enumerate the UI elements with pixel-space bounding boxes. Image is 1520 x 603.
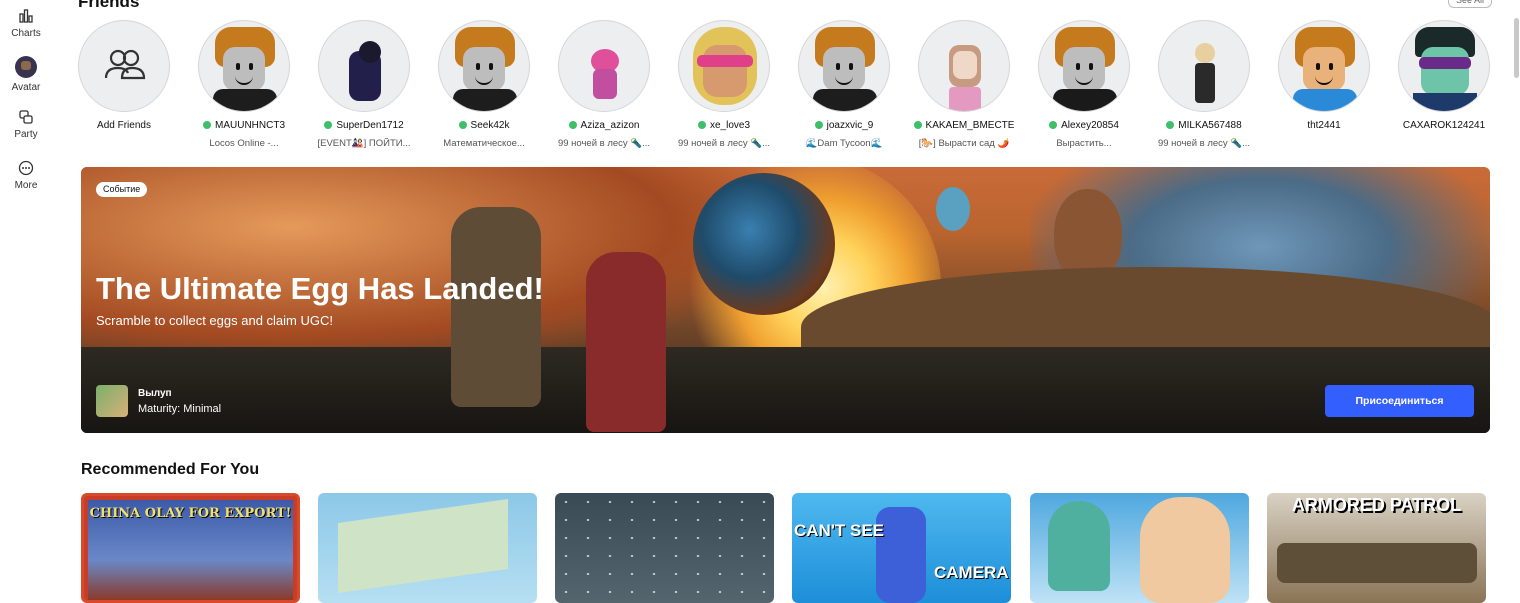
nav-party[interactable]: Party	[0, 109, 52, 140]
friend-tile[interactable]: SuperDen1712 [EVENT🎎] ПОЙТИ...	[304, 20, 424, 151]
friend-name: Seek42k	[470, 120, 510, 131]
more-icon	[18, 160, 34, 176]
nav-more-label: More	[14, 180, 38, 191]
friend-avatar	[1158, 20, 1250, 112]
add-friends-label: Add Friends	[97, 120, 151, 131]
friend-game[interactable]: Вырастить...	[1024, 138, 1144, 151]
friend-game[interactable]: Locos Online -...	[184, 138, 304, 151]
friend-avatar	[438, 20, 530, 112]
online-status-dot	[697, 121, 706, 129]
game-tile[interactable]	[318, 493, 537, 603]
friend-avatar	[1278, 20, 1370, 112]
friend-game[interactable]: 99 ночей в лесу 🔦...	[664, 138, 784, 151]
nav-more[interactable]: More	[0, 160, 52, 191]
left-nav: Charts Avatar Party More	[0, 0, 52, 595]
online-status-dot	[203, 121, 211, 129]
nav-party-label: Party	[14, 129, 38, 140]
party-icon	[19, 110, 33, 124]
friend-game[interactable]: [🐎] Вырасти сад 🌶️	[904, 138, 1024, 151]
game-tile[interactable]: CHINA OLAY FOR EXPORT!	[81, 493, 300, 603]
friend-game[interactable]: 99 ночей в лесу 🔦...	[1144, 138, 1264, 151]
recommended-heading: Recommended For You	[81, 461, 260, 478]
friend-avatar	[678, 20, 770, 112]
event-banner[interactable]: Событие The Ultimate Egg Has Landed! Scr…	[81, 167, 1490, 433]
egg-planet-art	[693, 173, 835, 315]
online-status-dot	[324, 121, 333, 129]
game-tile-caption: CAMERA	[934, 563, 1009, 582]
friend-name: Aziza_azizon	[580, 120, 640, 131]
friend-game[interactable]: 99 ночей в лесу 🔦...	[544, 138, 664, 151]
add-friends-icon	[104, 49, 146, 80]
join-button[interactable]: Присоединиться	[1325, 385, 1474, 417]
game-tile-caption: ARMORED PATROL	[1291, 495, 1462, 515]
friend-avatar	[198, 20, 290, 112]
game-thumbnail[interactable]	[96, 385, 128, 417]
game-tile[interactable]: CAN'T SEE CAMERA	[792, 493, 1011, 603]
friend-tile[interactable]: xe_love3 99 ночей в лесу 🔦...	[664, 20, 784, 151]
friend-name: CAXAROK124241	[1402, 120, 1486, 131]
friend-game	[1264, 138, 1384, 151]
friend-game[interactable]: [EVENT🎎] ПОЙТИ...	[304, 138, 424, 151]
banner-subtitle: Scramble to collect eggs and claim UGC!	[96, 313, 333, 328]
friend-tile[interactable]: MILKA567488 99 ночей в лесу 🔦...	[1144, 20, 1264, 151]
friend-game	[1384, 138, 1504, 151]
nav-avatar[interactable]: Avatar	[0, 56, 52, 93]
game-tile[interactable]	[1030, 493, 1249, 603]
page-scrollbar[interactable]	[1514, 18, 1519, 78]
maturity-rating: Maturity: Minimal	[138, 403, 222, 415]
avatar-icon	[15, 56, 37, 78]
friend-game[interactable]: 🌊Dam Tycoon🌊	[784, 138, 904, 151]
add-friends-circle	[78, 20, 170, 112]
nav-charts[interactable]: Charts	[0, 8, 52, 39]
game-tile[interactable]: ARMORED PATROL	[1267, 493, 1486, 603]
game-tile-caption: CHINA OLAY FOR EXPORT!	[89, 506, 292, 521]
friend-name: xe_love3	[709, 120, 751, 131]
banner-title: The Ultimate Egg Has Landed!	[96, 271, 544, 306]
friend-avatar	[558, 20, 650, 112]
online-status-dot	[458, 121, 467, 129]
friend-name: KAKAEM_BMECTE	[925, 120, 1015, 131]
online-status-dot	[1049, 121, 1058, 129]
event-badge: Событие	[96, 182, 148, 197]
friend-name: MAUUNHNCT3	[215, 120, 285, 131]
see-all-button[interactable]: See All	[1448, 0, 1492, 8]
nav-avatar-label: Avatar	[11, 82, 41, 93]
friend-tile[interactable]: CAXAROK124241	[1384, 20, 1504, 151]
online-status-dot	[568, 121, 577, 129]
friend-tile[interactable]: MAUUNHNCT3 Locos Online -...	[184, 20, 304, 151]
game-tile-caption: CAN'T SEE	[794, 521, 884, 540]
friend-avatar	[318, 20, 410, 112]
friend-tile[interactable]: Aziza_azizon 99 ночей в лесу 🔦...	[544, 20, 664, 151]
friend-tile[interactable]: Alexey20854 Вырастить...	[1024, 20, 1144, 151]
charts-icon	[19, 9, 33, 23]
friend-tile[interactable]: KAKAEM_BMECTE [🐎] Вырасти сад 🌶️	[904, 20, 1024, 151]
friend-tile[interactable]: tht2441	[1264, 20, 1384, 151]
friend-game[interactable]: Математическое...	[424, 138, 544, 151]
friend-tile[interactable]: joazxvic_9 🌊Dam Tycoon🌊	[784, 20, 904, 151]
online-status-dot	[913, 121, 922, 129]
friend-avatar	[798, 20, 890, 112]
friend-tile[interactable]: Seek42k Математическое...	[424, 20, 544, 151]
nav-charts-label: Charts	[11, 28, 41, 39]
friend-name: tht2441	[1307, 120, 1341, 131]
game-tile[interactable]	[555, 493, 774, 603]
game-name[interactable]: Вылуп	[138, 388, 172, 399]
friend-avatar	[918, 20, 1010, 112]
friend-name: Alexey20854	[1061, 120, 1119, 131]
online-status-dot	[814, 121, 823, 129]
friend-avatar	[1398, 20, 1490, 112]
friend-name: SuperDen1712	[336, 120, 404, 131]
friend-avatar	[1038, 20, 1130, 112]
friend-name: joazxvic_9	[826, 120, 874, 131]
friends-heading: Friends	[78, 0, 140, 11]
online-status-dot	[1166, 121, 1175, 129]
friend-name: MILKA567488	[1178, 120, 1242, 131]
add-friends-button[interactable]: Add Friends	[64, 20, 184, 133]
